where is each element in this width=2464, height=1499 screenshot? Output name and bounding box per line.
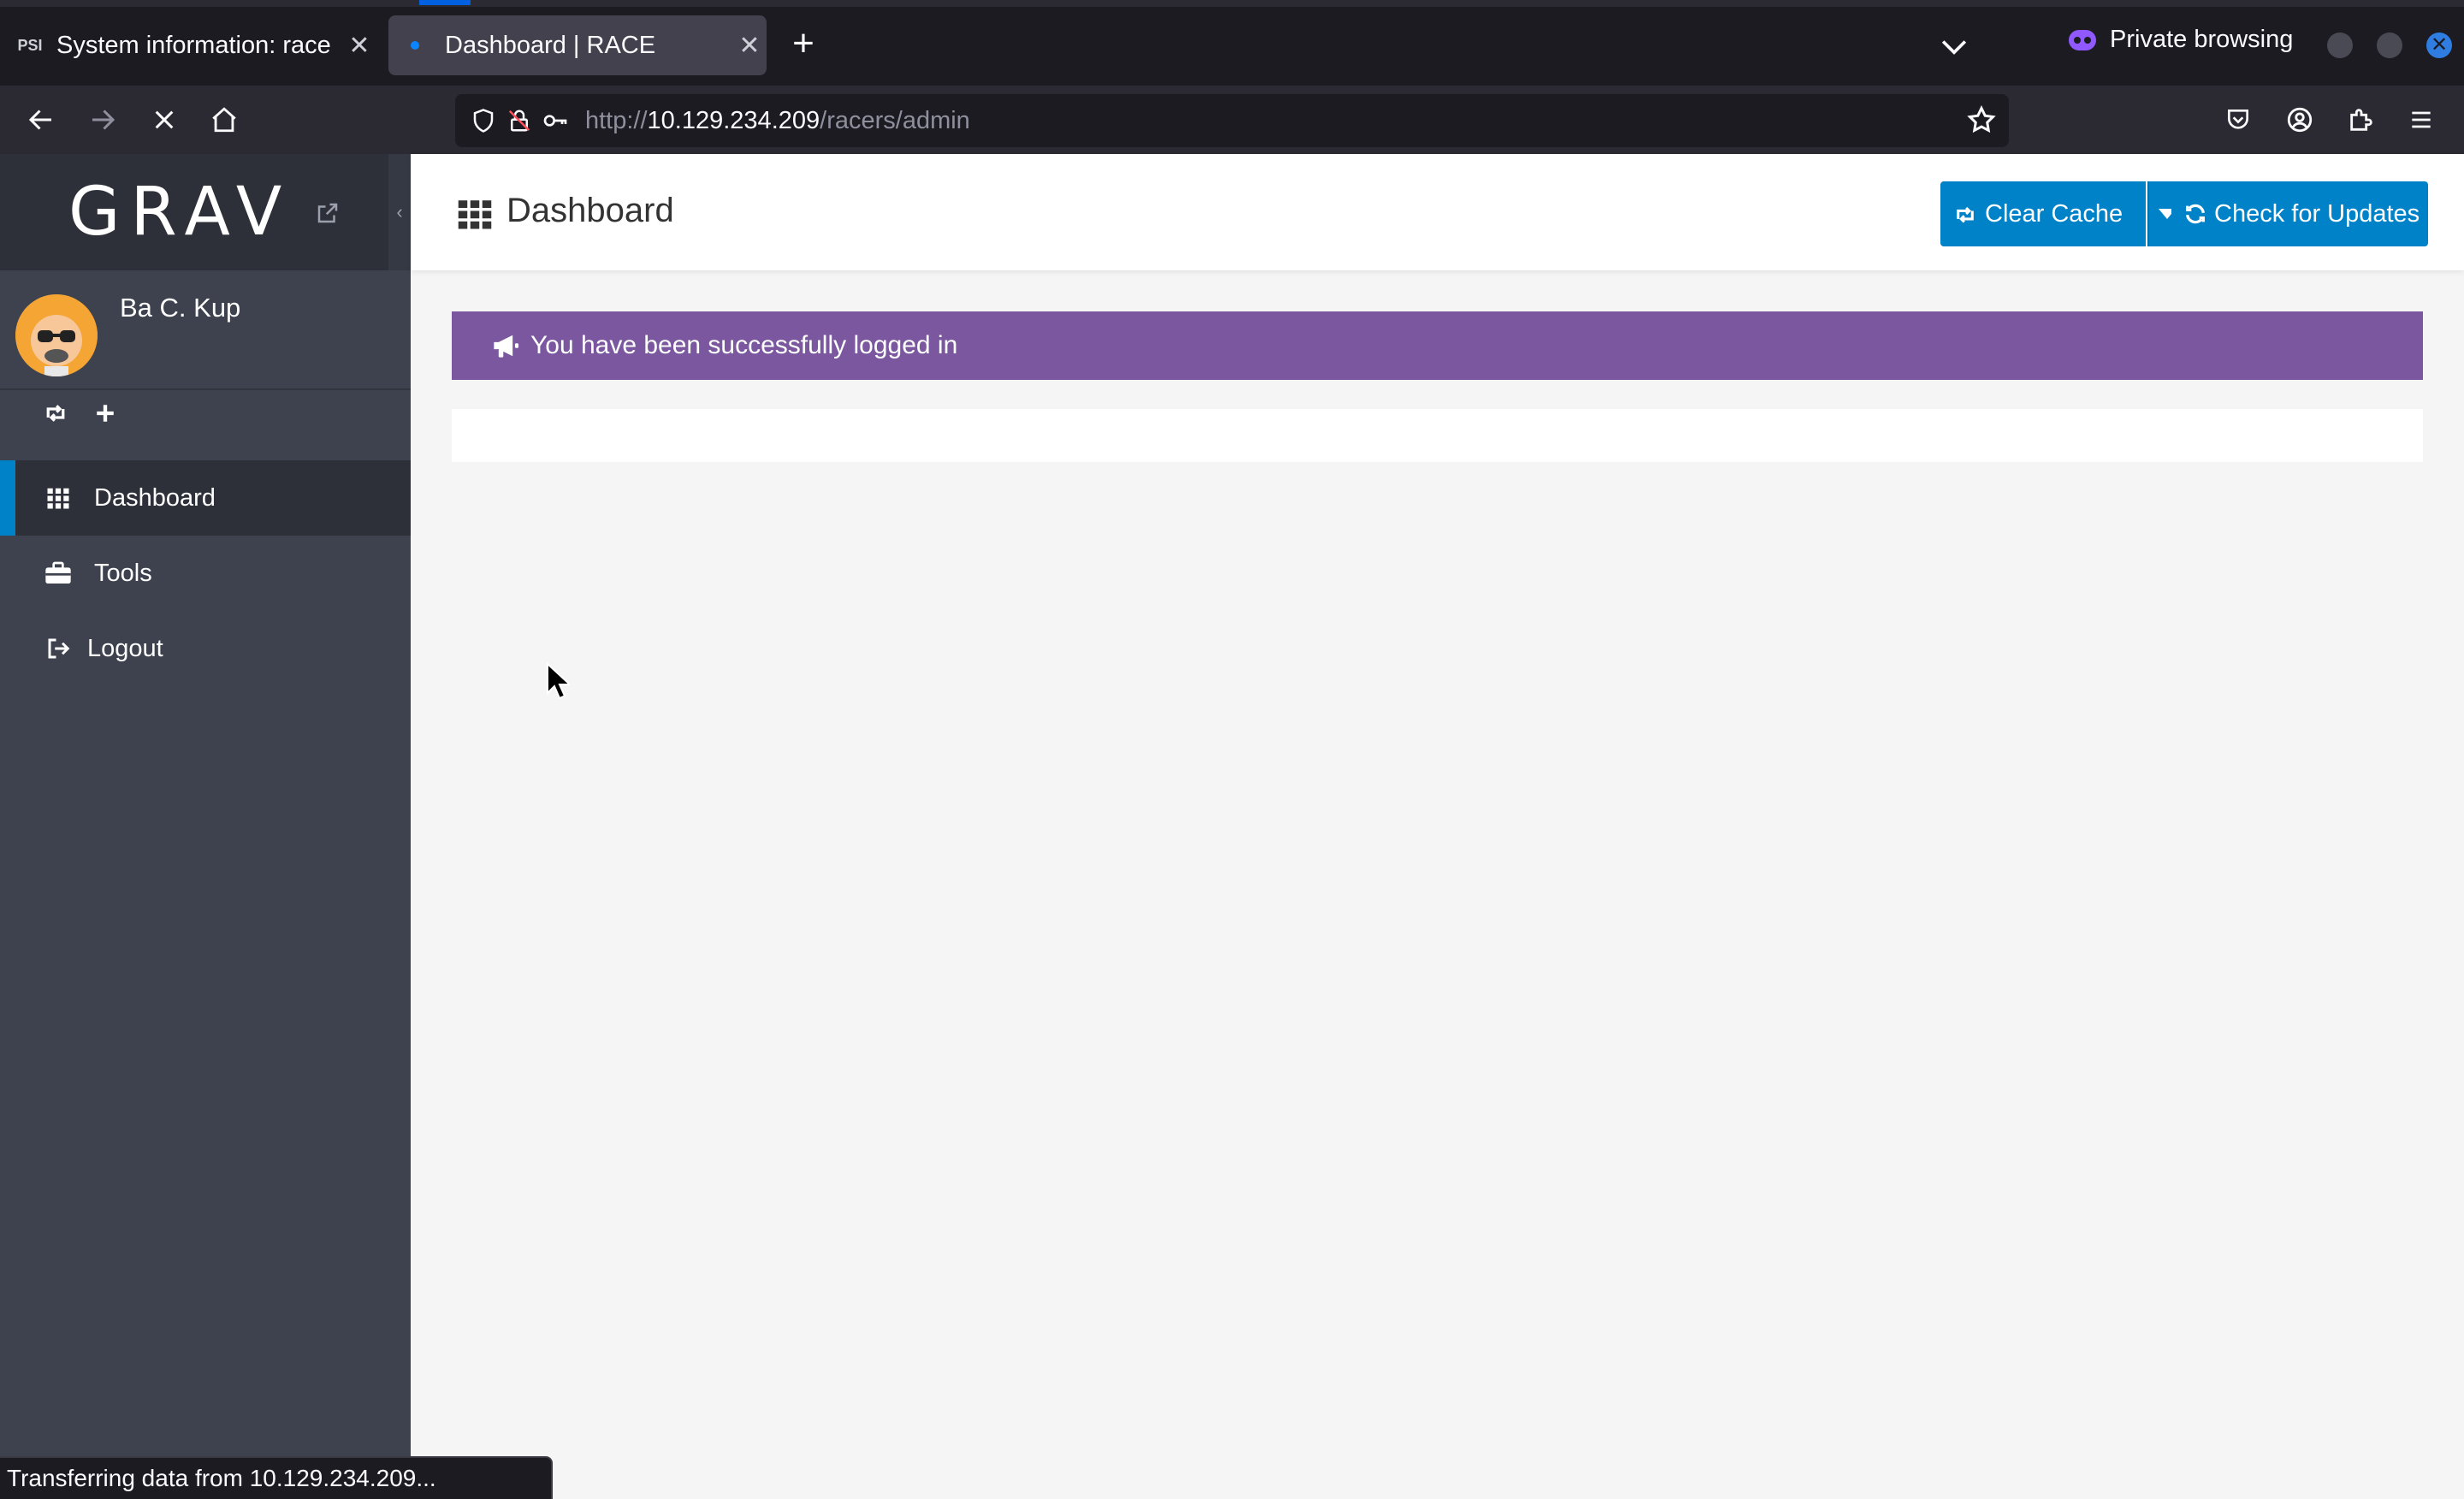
user-profile[interactable]: Ba C. Kup [0,270,411,390]
browser-nav-bar: http://10.129.234.209/racers/admin [0,86,2464,154]
page-title: Dashboard [506,192,674,229]
grid-icon [43,483,74,513]
back-button[interactable] [22,101,60,139]
account-button[interactable] [2281,101,2319,139]
user-avatar-face-icon [15,294,98,376]
lock-icon [508,110,530,132]
dashboard-panel [452,409,2423,462]
sidebar-item-logout[interactable]: Logout [0,611,411,686]
key-icon[interactable] [539,104,572,137]
bullhorn-icon [491,333,520,358]
url-host: 10.129.234.209 [647,106,820,134]
clear-cache-label: Clear Cache [1985,199,2123,228]
url-path: /racers/admin [820,106,970,134]
new-tab-button[interactable]: + [784,24,823,63]
close-icon [155,110,174,129]
user-name: Ba C. Kup [120,293,241,323]
address-bar[interactable]: http://10.129.234.209/racers/admin [455,94,2009,147]
chevron-down-icon [1941,40,1967,55]
browser-tab-bar: PSI System information: race ✕ Dashboard… [0,0,2464,86]
notice-text: You have been successfully logged in [530,331,958,359]
private-browsing-label: Private browsing [2110,26,2294,53]
close-tab-icon[interactable]: ✕ [732,31,767,61]
retweet-icon [46,405,65,422]
list-all-tabs-button[interactable] [1935,27,1973,69]
tab-title: Dashboard | RACE [445,31,656,59]
tab-system-information[interactable]: PSI System information: race ✕ [7,15,376,75]
external-link-svg [317,203,338,223]
maximize-window-button[interactable] [2377,33,2402,58]
home-icon [212,107,236,133]
arrow-right-icon [92,110,116,130]
key-icon-svg [543,115,567,127]
sidebar-item-label: Tools [94,559,152,587]
private-browsing-indicator: Private browsing [2069,26,2293,54]
close-tab-icon[interactable]: ✕ [342,31,376,61]
tab-bar-top-line [0,0,2464,7]
extensions-button[interactable] [2343,101,2380,139]
login-success-notice: You have been successfully logged in [452,311,2423,380]
external-link-icon[interactable] [315,200,341,230]
dashboard-grid-icon [457,198,493,234]
tracking-protection-icon[interactable] [467,104,500,137]
forward-button[interactable] [84,101,121,139]
close-window-button[interactable]: ✕ [2426,33,2452,58]
tab-title: System information: race [56,31,331,59]
add-icon [97,405,114,422]
check-for-updates-label: Check for Updates [2214,199,2420,228]
chevron-left-icon: ‹ [396,201,403,222]
pocket-icon [2228,110,2248,129]
sidebar-item-dashboard[interactable]: Dashboard [0,460,411,536]
main-content: Dashboard Clear Cache Check for Updates … [411,154,2464,1499]
url-text: http://10.129.234.209/racers/admin [585,107,970,135]
grav-logo: GRAV [68,174,293,251]
status-bar: Transferring data from 10.129.234.209... [0,1456,553,1499]
refresh-icon[interactable] [43,400,68,433]
tab-loading-indicator [419,0,471,5]
check-for-updates-button[interactable]: Check for Updates [2171,181,2428,246]
hamburger-menu-icon [2412,111,2431,128]
insecure-lock-icon[interactable] [503,104,536,137]
quick-actions [0,392,411,441]
sign-out-icon [43,633,74,664]
bookmark-star-icon[interactable] [1966,104,1997,139]
sidebar-item-label: Logout [87,634,163,662]
puzzle-icon [2350,109,2372,131]
clear-cache-button[interactable]: Clear Cache [1940,181,2146,246]
account-icon [2287,107,2313,133]
menu-button[interactable] [2402,101,2440,139]
minimize-window-button[interactable] [2327,33,2353,58]
page-header: Dashboard Clear Cache Check for Updates [411,154,2464,270]
sidebar-item-tools[interactable]: Tools [0,536,411,611]
home-button[interactable] [205,101,243,139]
star-icon [1967,105,1996,133]
tab-dashboard-race[interactable]: Dashboard | RACE ✕ [388,15,767,75]
refresh-icon [2183,202,2207,226]
mouse-cursor-icon [546,661,572,704]
shield-icon [473,109,494,133]
loading-dot-icon [411,41,419,50]
pocket-button[interactable] [2219,101,2257,139]
url-prefix: http:// [585,106,648,134]
grav-brand[interactable]: GRAV [0,154,388,270]
stop-loading-button[interactable] [145,101,183,139]
private-mask-icon [2069,29,2096,50]
retweet-icon [1952,203,1978,225]
sidebar-collapse-toggle[interactable]: ‹ [388,154,411,270]
plus-icon[interactable] [94,402,116,431]
sidebar-item-label: Dashboard [94,483,216,512]
avatar [15,294,98,376]
arrow-left-icon [28,110,51,130]
admin-sidebar: GRAV ‹ Ba C. Kup Dashboard Tools Logout [0,154,411,1499]
briefcase-icon [43,558,74,589]
psi-favicon-icon: PSI [17,36,43,54]
